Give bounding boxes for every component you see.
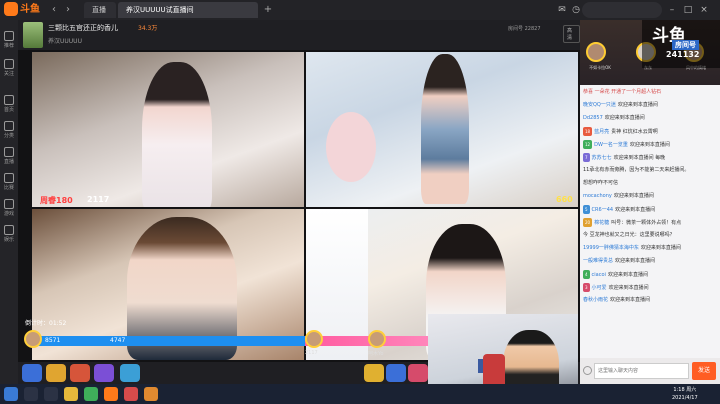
nav-item-follow[interactable]: 关注 [0, 56, 18, 82]
task-view-icon[interactable] [44, 387, 58, 401]
chat-message: 18 蓝月亮 贵神 红炕红水云霄啊 [583, 127, 658, 136]
streamer-avatar[interactable] [23, 22, 43, 48]
chat-message: 想想咋咋不可信 [583, 180, 619, 186]
recommend-icon [4, 31, 14, 41]
gift-item-icon[interactable] [386, 364, 406, 382]
pk-name: 呵木Yo [368, 351, 384, 357]
maximize-icon[interactable]: □ [682, 4, 694, 16]
chat-message: 今 豆龙神也就又之日光：这里要说哪吗？ [583, 232, 675, 238]
app-taskbar-icon[interactable] [124, 387, 138, 401]
chat-message: 4 ciacoi 欢迎来到本直播间 [583, 270, 648, 279]
search-icon[interactable] [24, 387, 38, 401]
chat-input-row: 发送 [580, 358, 720, 384]
gift-item-icon[interactable] [408, 364, 428, 382]
task-icon[interactable] [120, 364, 140, 382]
room-number: 241132 [666, 50, 700, 59]
resolution-select[interactable]: 高清 [563, 25, 580, 43]
pk-count: 660 [556, 195, 573, 204]
history-icon[interactable]: ◷ [570, 4, 582, 16]
nav-item-category[interactable]: 分类 [0, 118, 18, 144]
pk-count: 2117 [87, 195, 110, 204]
treasure-icon[interactable] [46, 364, 66, 382]
game-icon [4, 199, 14, 209]
douyu-logo-icon [4, 2, 18, 16]
chat-message: 12 DW一名一览重 欢迎来到本直播间 [583, 140, 670, 149]
start-icon[interactable] [4, 387, 18, 401]
chat-message: 3 小可爱 欢迎来到本直播间 [583, 283, 649, 292]
rank-name: 不如卡拉OK [589, 65, 611, 70]
gift-item-icon[interactable] [364, 364, 384, 382]
match-icon [4, 173, 14, 183]
rank-avatar[interactable] [586, 42, 606, 62]
chat-message: 恭喜 一朵花 开通了一个月超人钻石 [583, 89, 662, 95]
rank-area: 不如卡拉OK 东东 风中的情绪 斗鱼 房间号 241132 [580, 20, 720, 85]
room-id-label: 房间号 22827 [508, 26, 541, 32]
minimize-icon[interactable]: – [666, 4, 678, 16]
live-icon [4, 147, 14, 157]
chat-message: mocachony 欢迎来到本直播间 [583, 193, 654, 199]
activity-icon[interactable] [94, 364, 114, 382]
close-icon[interactable]: × [698, 4, 710, 16]
nav-item-live[interactable]: 直播 [0, 144, 18, 170]
chat-message: 晚安QQ一只迷 欢迎来到本直播间 [583, 102, 658, 108]
room-title: 三颗比五官还正的香儿 [48, 24, 118, 32]
gift-icon[interactable] [22, 364, 42, 382]
chat-message: Dd2857 欢迎来到本直播间 [583, 115, 645, 121]
chat-message: 7 苏苏七七 欢迎来到本直播间 每晚 [583, 153, 666, 162]
video-cell-2: 660 [306, 52, 578, 207]
pk-left-score: 8571 [45, 337, 61, 344]
pk-right-score: 4747 [110, 337, 126, 344]
nav-item-entertainment[interactable]: 娱乐 [0, 222, 18, 248]
room-number-label: 房间号 [672, 40, 699, 50]
nav-item-recommend[interactable]: 推荐 [0, 28, 18, 54]
app-taskbar-icon[interactable] [144, 387, 158, 401]
message-icon[interactable]: ✉ [556, 4, 568, 16]
entertainment-icon [4, 225, 14, 235]
room-header: 三颗比五官还正的香儿 34.3万 养汉UUUUU 房间号 22827 高清 [18, 20, 580, 50]
chat-message: 19999一胖佛猜本海中东 欢迎来到本直播间 [583, 245, 681, 251]
chat-list[interactable]: 恭喜 一朵花 开通了一个月超人钻石 晚安QQ一只迷 欢迎来到本直播间 Dd2857… [580, 86, 720, 358]
left-nav: 推荐 关注 首页 分类 直播 比赛 游戏 娱乐 [0, 20, 18, 384]
tab-live-room[interactable]: 养汉UUUUU试直播间 [118, 2, 258, 18]
app-logo[interactable]: 斗鱼 [4, 2, 42, 18]
follow-icon [4, 59, 14, 69]
pk-left-bar [25, 336, 305, 346]
search-input[interactable] [582, 2, 662, 18]
pk-tag: 周睿180 [40, 196, 73, 205]
chat-panel: 不如卡拉OK 东东 风中的情绪 斗鱼 房间号 241132 恭喜 一朵花 开通了… [580, 20, 720, 384]
fan-icon[interactable] [70, 364, 90, 382]
os-taskbar: 1:18 周六 2021/4/17 [0, 384, 720, 404]
nav-item-home[interactable]: 首页 [0, 92, 18, 118]
chat-message: 春秋小雨花 欢迎来到本直播间 [583, 297, 651, 303]
new-tab-icon[interactable]: + [262, 4, 274, 16]
pk-avatar[interactable] [305, 330, 323, 348]
streamer-name[interactable]: 养汉UUUUU [48, 36, 82, 45]
tab-home[interactable]: 直播首页 [84, 2, 116, 30]
back-icon[interactable]: ‹ [48, 4, 60, 16]
douyu-taskbar-icon[interactable] [104, 387, 118, 401]
pk-avatar[interactable] [24, 330, 42, 348]
pk-avatar[interactable] [368, 330, 386, 348]
browser-icon[interactable] [84, 387, 98, 401]
file-explorer-icon[interactable] [64, 387, 78, 401]
hot-value: 34.3万 [138, 25, 158, 32]
chat-message: 5 CR6一44 欢迎来到本直播间 [583, 205, 656, 214]
emoji-icon[interactable] [583, 366, 592, 375]
nav-item-game[interactable]: 游戏 [0, 196, 18, 222]
send-button[interactable]: 发送 [692, 362, 716, 380]
category-icon [4, 121, 14, 131]
pk-name: 2117 [305, 350, 318, 356]
chat-message: 11承北有赤而旁腾，因为不能第二天来赶播间。 [583, 167, 690, 173]
taskbar-clock[interactable]: 1:18 周六 2021/4/17 [672, 386, 698, 402]
chat-message: 20 棉花糖 叫号：微茶一颗体外占领！有点 [583, 218, 682, 227]
nav-item-match[interactable]: 比赛 [0, 170, 18, 196]
forward-icon[interactable]: › [62, 4, 74, 16]
pk-timer: 倒计时：01:52 [25, 320, 67, 327]
home-icon [4, 95, 14, 105]
chat-message: 一般难得贵总 欢迎来到本直播间 [583, 258, 656, 264]
chat-input[interactable] [594, 363, 689, 379]
video-cell-1: 周睿180 2117 [32, 52, 304, 207]
